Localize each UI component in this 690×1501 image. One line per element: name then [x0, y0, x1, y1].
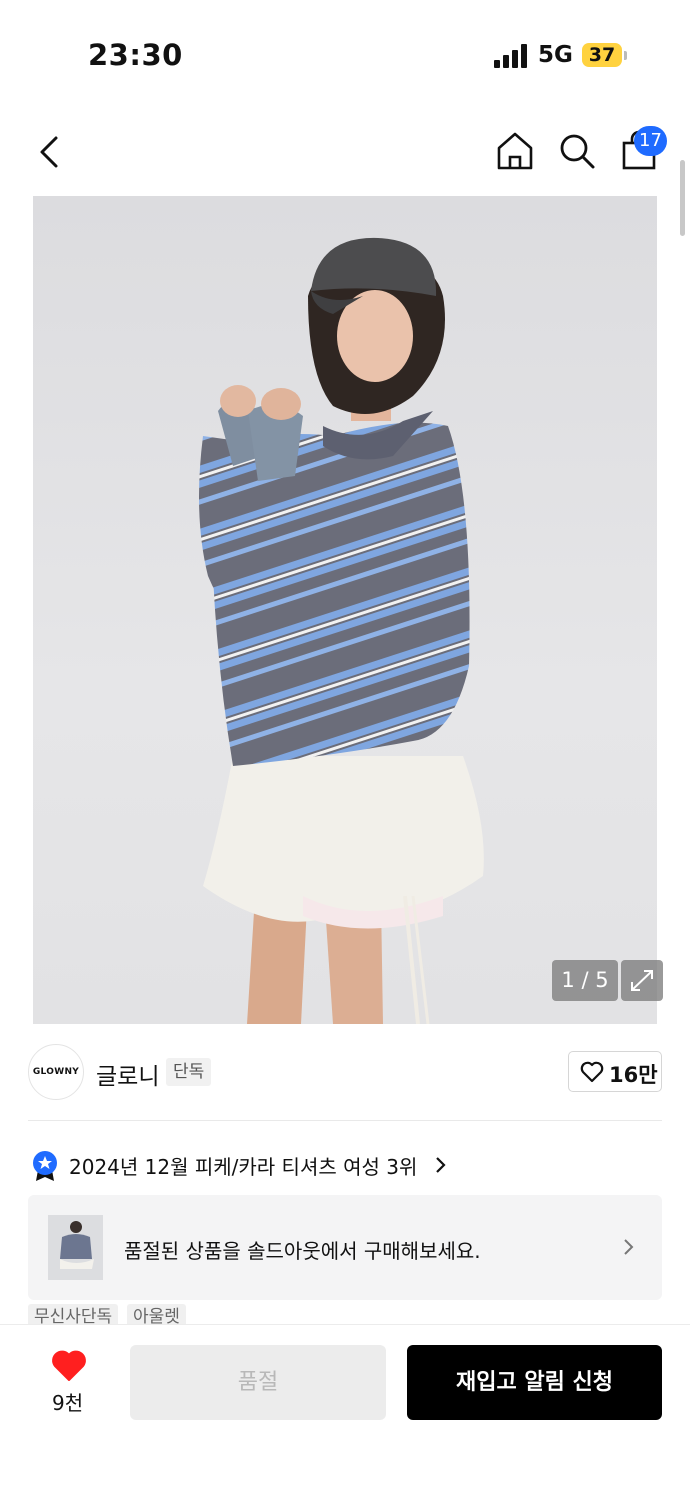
heart-outline-icon [580, 1061, 604, 1083]
network-label: 5G [538, 42, 573, 68]
chevron-right-icon[interactable] [434, 1154, 448, 1176]
battery-icon: 37 [582, 43, 622, 67]
back-icon[interactable] [36, 132, 66, 172]
product-image[interactable] [33, 196, 657, 1024]
expand-icon[interactable] [621, 960, 663, 1001]
status-time: 23:30 [88, 38, 183, 72]
search-icon[interactable] [556, 130, 598, 172]
wishlist-heart-icon[interactable] [51, 1350, 87, 1382]
soldout-banner[interactable]: 품절된 상품을 솔드아웃에서 구매해보세요. [28, 1195, 662, 1300]
brand-name[interactable]: 글로니 [96, 1057, 159, 1091]
chevron-right-icon [624, 1239, 634, 1255]
wishlist-count: 9천 [52, 1391, 84, 1415]
brand-like-count: 16만 [609, 1063, 658, 1087]
signal-icon [494, 44, 530, 68]
soldout-banner-text: 품절된 상품을 솔드아웃에서 구매해보세요. [124, 1239, 481, 1263]
battery-tip [624, 51, 627, 60]
scrollbar[interactable] [680, 160, 685, 236]
home-icon[interactable] [494, 130, 536, 172]
cart-count-badge: 17 [634, 126, 667, 156]
divider [28, 1120, 662, 1121]
restock-alert-button[interactable]: 재입고 알림 신청 [407, 1345, 662, 1420]
ranking-link[interactable]: 2024년 12월 피케/카라 티셔츠 여성 3위 [69, 1151, 417, 1180]
brand-logo[interactable]: GLOWNY [28, 1044, 84, 1100]
image-page-indicator: 1 / 5 [552, 960, 618, 1001]
ranking-medal-icon [32, 1150, 58, 1182]
exclusive-badge: 단독 [166, 1058, 212, 1086]
brand-like-button[interactable]: 16만 [568, 1051, 662, 1092]
product-thumbnail [48, 1215, 103, 1280]
soldout-button[interactable]: 품절 [130, 1345, 386, 1420]
